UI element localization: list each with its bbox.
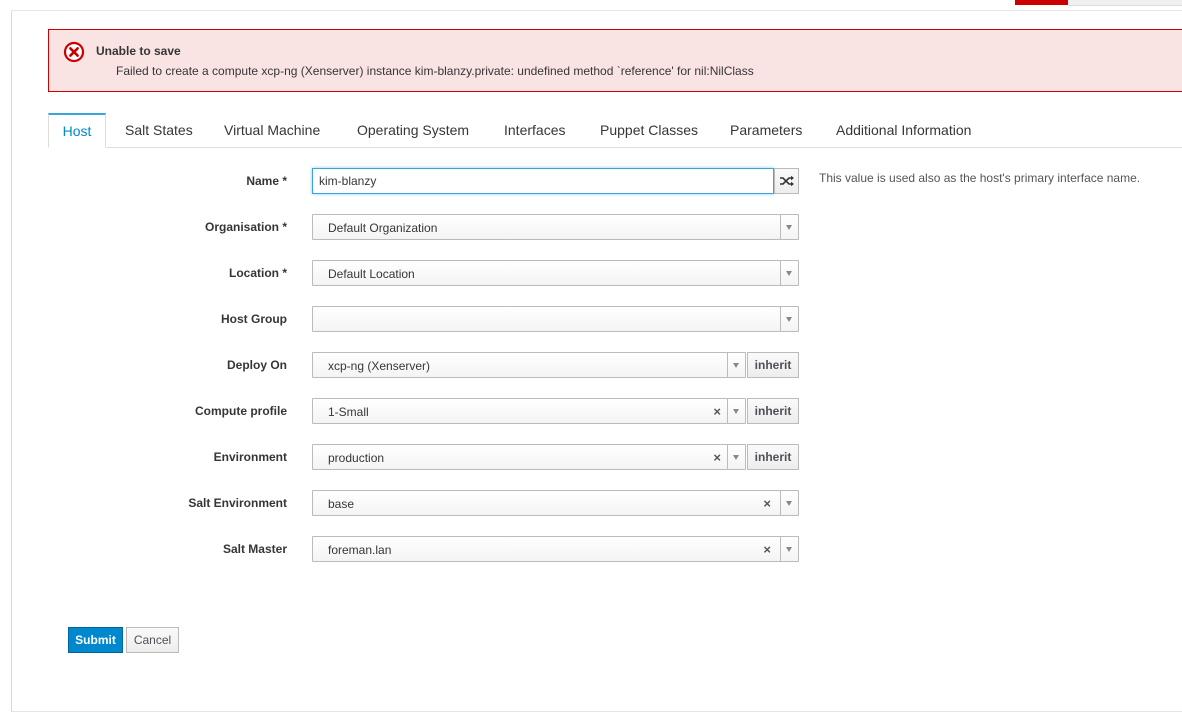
host-group-select[interactable] — [312, 306, 799, 332]
top-red-tab — [1015, 0, 1068, 5]
tab-puppet-classes[interactable]: Puppet Classes — [600, 113, 698, 148]
tab-interfaces[interactable]: Interfaces — [504, 113, 565, 148]
tab-salt-states[interactable]: Salt States — [125, 113, 193, 148]
salt-environment-select[interactable]: base × — [312, 490, 799, 516]
salt-environment-value: base — [328, 497, 355, 511]
compute-profile-select[interactable]: 1-Small × — [312, 398, 746, 424]
tab-parameters[interactable]: Parameters — [730, 113, 802, 148]
name-input[interactable] — [312, 168, 774, 194]
error-circle-icon — [63, 41, 85, 63]
location-select[interactable]: Default Location — [312, 260, 799, 286]
tab-operating-system[interactable]: Operating System — [357, 113, 469, 148]
alert-title: Unable to save — [96, 44, 181, 58]
tab-additional-information[interactable]: Additional Information — [836, 113, 971, 148]
compute-profile-inherit-button[interactable]: inherit — [747, 398, 799, 424]
compute-profile-value: 1-Small — [328, 405, 369, 419]
salt-master-label: Salt Master — [222, 542, 287, 556]
environment-value: production — [328, 451, 385, 465]
submit-button[interactable]: Submit — [68, 627, 123, 653]
chevron-down-icon[interactable] — [780, 491, 798, 515]
top-grey-tab — [1068, 0, 1182, 6]
chevron-down-icon[interactable] — [780, 261, 798, 285]
clear-icon[interactable]: × — [713, 450, 721, 465]
host-group-label: Host Group — [221, 312, 287, 326]
name-help-text: This value is used also as the host's pr… — [819, 171, 1141, 185]
shuffle-icon — [780, 175, 794, 187]
chevron-down-icon[interactable] — [727, 399, 745, 423]
deploy-on-inherit-button[interactable]: inherit — [747, 352, 799, 378]
chevron-down-icon[interactable] — [780, 537, 798, 561]
deploy-on-value: xcp-ng (Xenserver) — [328, 359, 431, 373]
salt-environment-label: Salt Environment — [188, 496, 287, 510]
salt-master-select[interactable]: foreman.lan × — [312, 536, 799, 562]
clear-icon[interactable]: × — [713, 404, 721, 419]
chevron-down-icon[interactable] — [780, 307, 798, 331]
salt-master-value: foreman.lan — [328, 543, 392, 557]
error-alert: Unable to save Failed to create a comput… — [48, 29, 1182, 92]
chevron-down-icon[interactable] — [780, 215, 798, 239]
compute-profile-label: Compute profile — [195, 404, 287, 418]
location-value: Default Location — [328, 267, 415, 281]
deploy-on-label: Deploy On — [226, 358, 287, 372]
organisation-value: Default Organization — [328, 221, 438, 235]
clear-icon[interactable]: × — [763, 542, 771, 557]
environment-label: Environment — [213, 450, 287, 464]
clear-icon[interactable]: × — [763, 496, 771, 511]
alert-message: Failed to create a compute xcp-ng (Xense… — [116, 64, 754, 78]
organisation-select[interactable]: Default Organization — [312, 214, 799, 240]
environment-select[interactable]: production × — [312, 444, 746, 470]
chevron-down-icon[interactable] — [727, 445, 745, 469]
host-form-tabs: Host Salt States Virtual Machine Operati… — [48, 113, 1182, 148]
location-label: Location * — [228, 266, 287, 280]
cancel-button[interactable]: Cancel — [126, 627, 179, 653]
environment-inherit-button[interactable]: inherit — [747, 444, 799, 470]
tab-host[interactable]: Host — [48, 113, 106, 148]
deploy-on-select[interactable]: xcp-ng (Xenserver) — [312, 352, 746, 378]
randomize-name-button[interactable] — [774, 168, 799, 194]
name-label: Name * — [246, 174, 287, 188]
organisation-label: Organisation * — [204, 220, 287, 234]
chevron-down-icon[interactable] — [727, 353, 745, 377]
tab-virtual-machine[interactable]: Virtual Machine — [224, 113, 320, 148]
